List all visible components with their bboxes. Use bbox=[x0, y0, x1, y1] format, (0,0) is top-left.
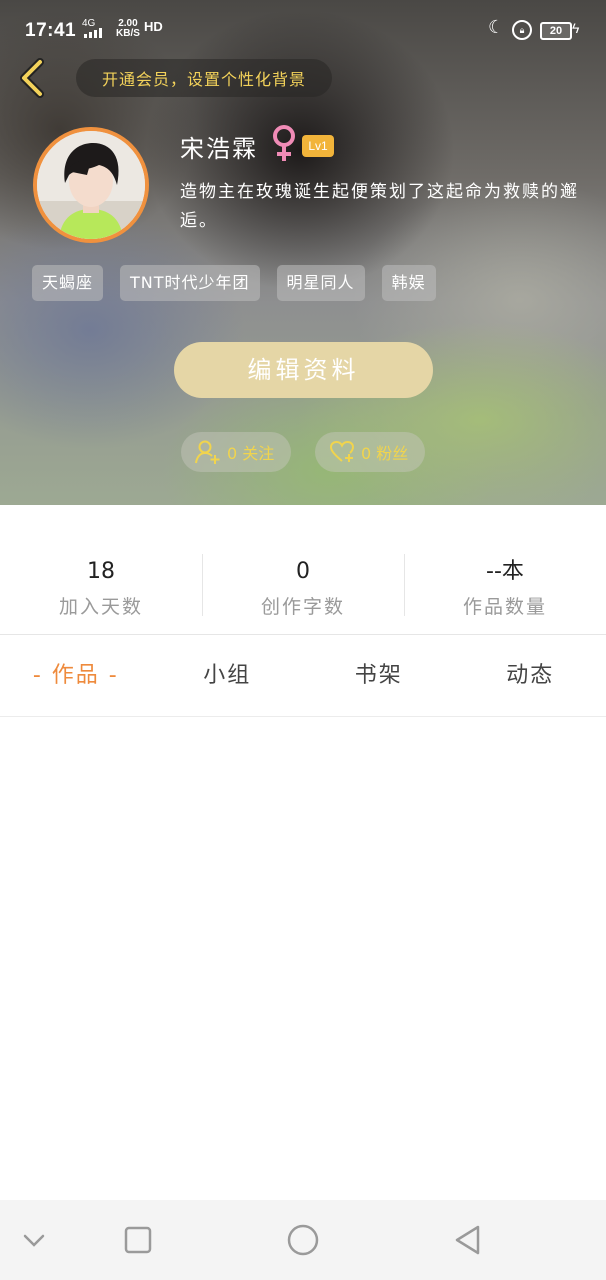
stat-word-count: 0 创作字数 bbox=[202, 540, 404, 630]
stat-label: 创作字数 bbox=[260, 596, 345, 618]
nav-down-icon bbox=[23, 1234, 45, 1247]
divider bbox=[0, 716, 606, 717]
moon-icon: ☾ bbox=[488, 17, 505, 37]
tag-item[interactable]: TNT时代少年团 bbox=[120, 265, 260, 301]
heart-icon bbox=[329, 440, 355, 462]
gender-female-icon bbox=[272, 124, 296, 168]
divider bbox=[0, 634, 606, 635]
tab-bookshelf[interactable]: 书架 bbox=[303, 636, 455, 716]
stat-label: 作品数量 bbox=[462, 596, 547, 618]
hd-indicator: HD bbox=[144, 19, 163, 34]
tag-item[interactable]: 韩娱 bbox=[381, 265, 436, 301]
tab-groups[interactable]: 小组 bbox=[152, 636, 304, 716]
add-user-icon bbox=[195, 440, 220, 464]
signal-icon bbox=[84, 28, 102, 38]
avatar[interactable] bbox=[33, 127, 149, 243]
fans-button[interactable]: 0 粉丝 bbox=[315, 432, 425, 472]
rotation-lock-icon: 🔒︎ bbox=[512, 20, 532, 40]
tag-item[interactable]: 明星同人 bbox=[276, 265, 365, 301]
level-badge: Lv1 bbox=[302, 135, 334, 157]
nav-recent-button[interactable] bbox=[118, 1220, 158, 1260]
tab-activity[interactable]: 动态 bbox=[455, 636, 606, 716]
status-time: 17:41 bbox=[25, 20, 77, 41]
profile-header: 17:41 4G 2.00 KB/S HD ☾ 🔒︎ 20 ϟ 开通会员，设置个… bbox=[0, 0, 606, 505]
nav-home-button[interactable] bbox=[283, 1220, 323, 1260]
following-button[interactable]: 0 关注 bbox=[181, 432, 291, 472]
system-nav-bar bbox=[0, 1200, 606, 1280]
stat-label: 加入天数 bbox=[58, 596, 143, 618]
nav-down-button[interactable] bbox=[14, 1220, 54, 1260]
tab-works[interactable]: - 作品 - bbox=[0, 636, 152, 716]
nav-back-button[interactable] bbox=[448, 1220, 488, 1260]
status-bar: 17:41 4G 2.00 KB/S HD ☾ 🔒︎ 20 ϟ bbox=[0, 0, 606, 44]
profile-tabs: - 作品 - 小组 书架 动态 bbox=[0, 636, 606, 716]
nav-recent-icon bbox=[124, 1226, 152, 1254]
edit-profile-button[interactable]: 编辑资料 bbox=[174, 342, 433, 398]
stat-value: 0 bbox=[296, 559, 310, 584]
vip-background-button[interactable]: 开通会员，设置个性化背景 bbox=[76, 59, 332, 97]
fans-count: 0 粉丝 bbox=[361, 444, 409, 463]
tag-item[interactable]: 天蝎座 bbox=[32, 265, 104, 301]
user-bio: 造物主在玫瑰诞生起便策划了这起命为救赎的邂逅。 bbox=[180, 182, 579, 231]
nav-home-icon bbox=[287, 1224, 319, 1256]
stat-value: 18 bbox=[87, 559, 115, 584]
avatar-image bbox=[37, 131, 145, 239]
username: 宋浩霖 bbox=[180, 135, 258, 163]
stat-works-count: --本 作品数量 bbox=[404, 540, 606, 630]
stat-value: --本 bbox=[486, 559, 524, 584]
charging-icon: ϟ bbox=[572, 20, 580, 36]
following-count: 0 关注 bbox=[227, 444, 275, 463]
tag-list: 天蝎座 TNT时代少年团 明星同人 韩娱 bbox=[32, 265, 436, 301]
battery-icon: 20 bbox=[540, 22, 572, 40]
network-speed: 2.00 KB/S bbox=[116, 19, 140, 39]
speed-unit: KB/S bbox=[116, 28, 140, 39]
network-indicator: 4G bbox=[82, 19, 104, 40]
back-button[interactable] bbox=[14, 56, 54, 100]
nav-back-icon bbox=[455, 1225, 480, 1255]
stats-row: 18 加入天数 0 创作字数 --本 作品数量 bbox=[0, 540, 606, 630]
back-icon bbox=[20, 58, 44, 98]
stat-join-days: 18 加入天数 bbox=[0, 540, 202, 630]
